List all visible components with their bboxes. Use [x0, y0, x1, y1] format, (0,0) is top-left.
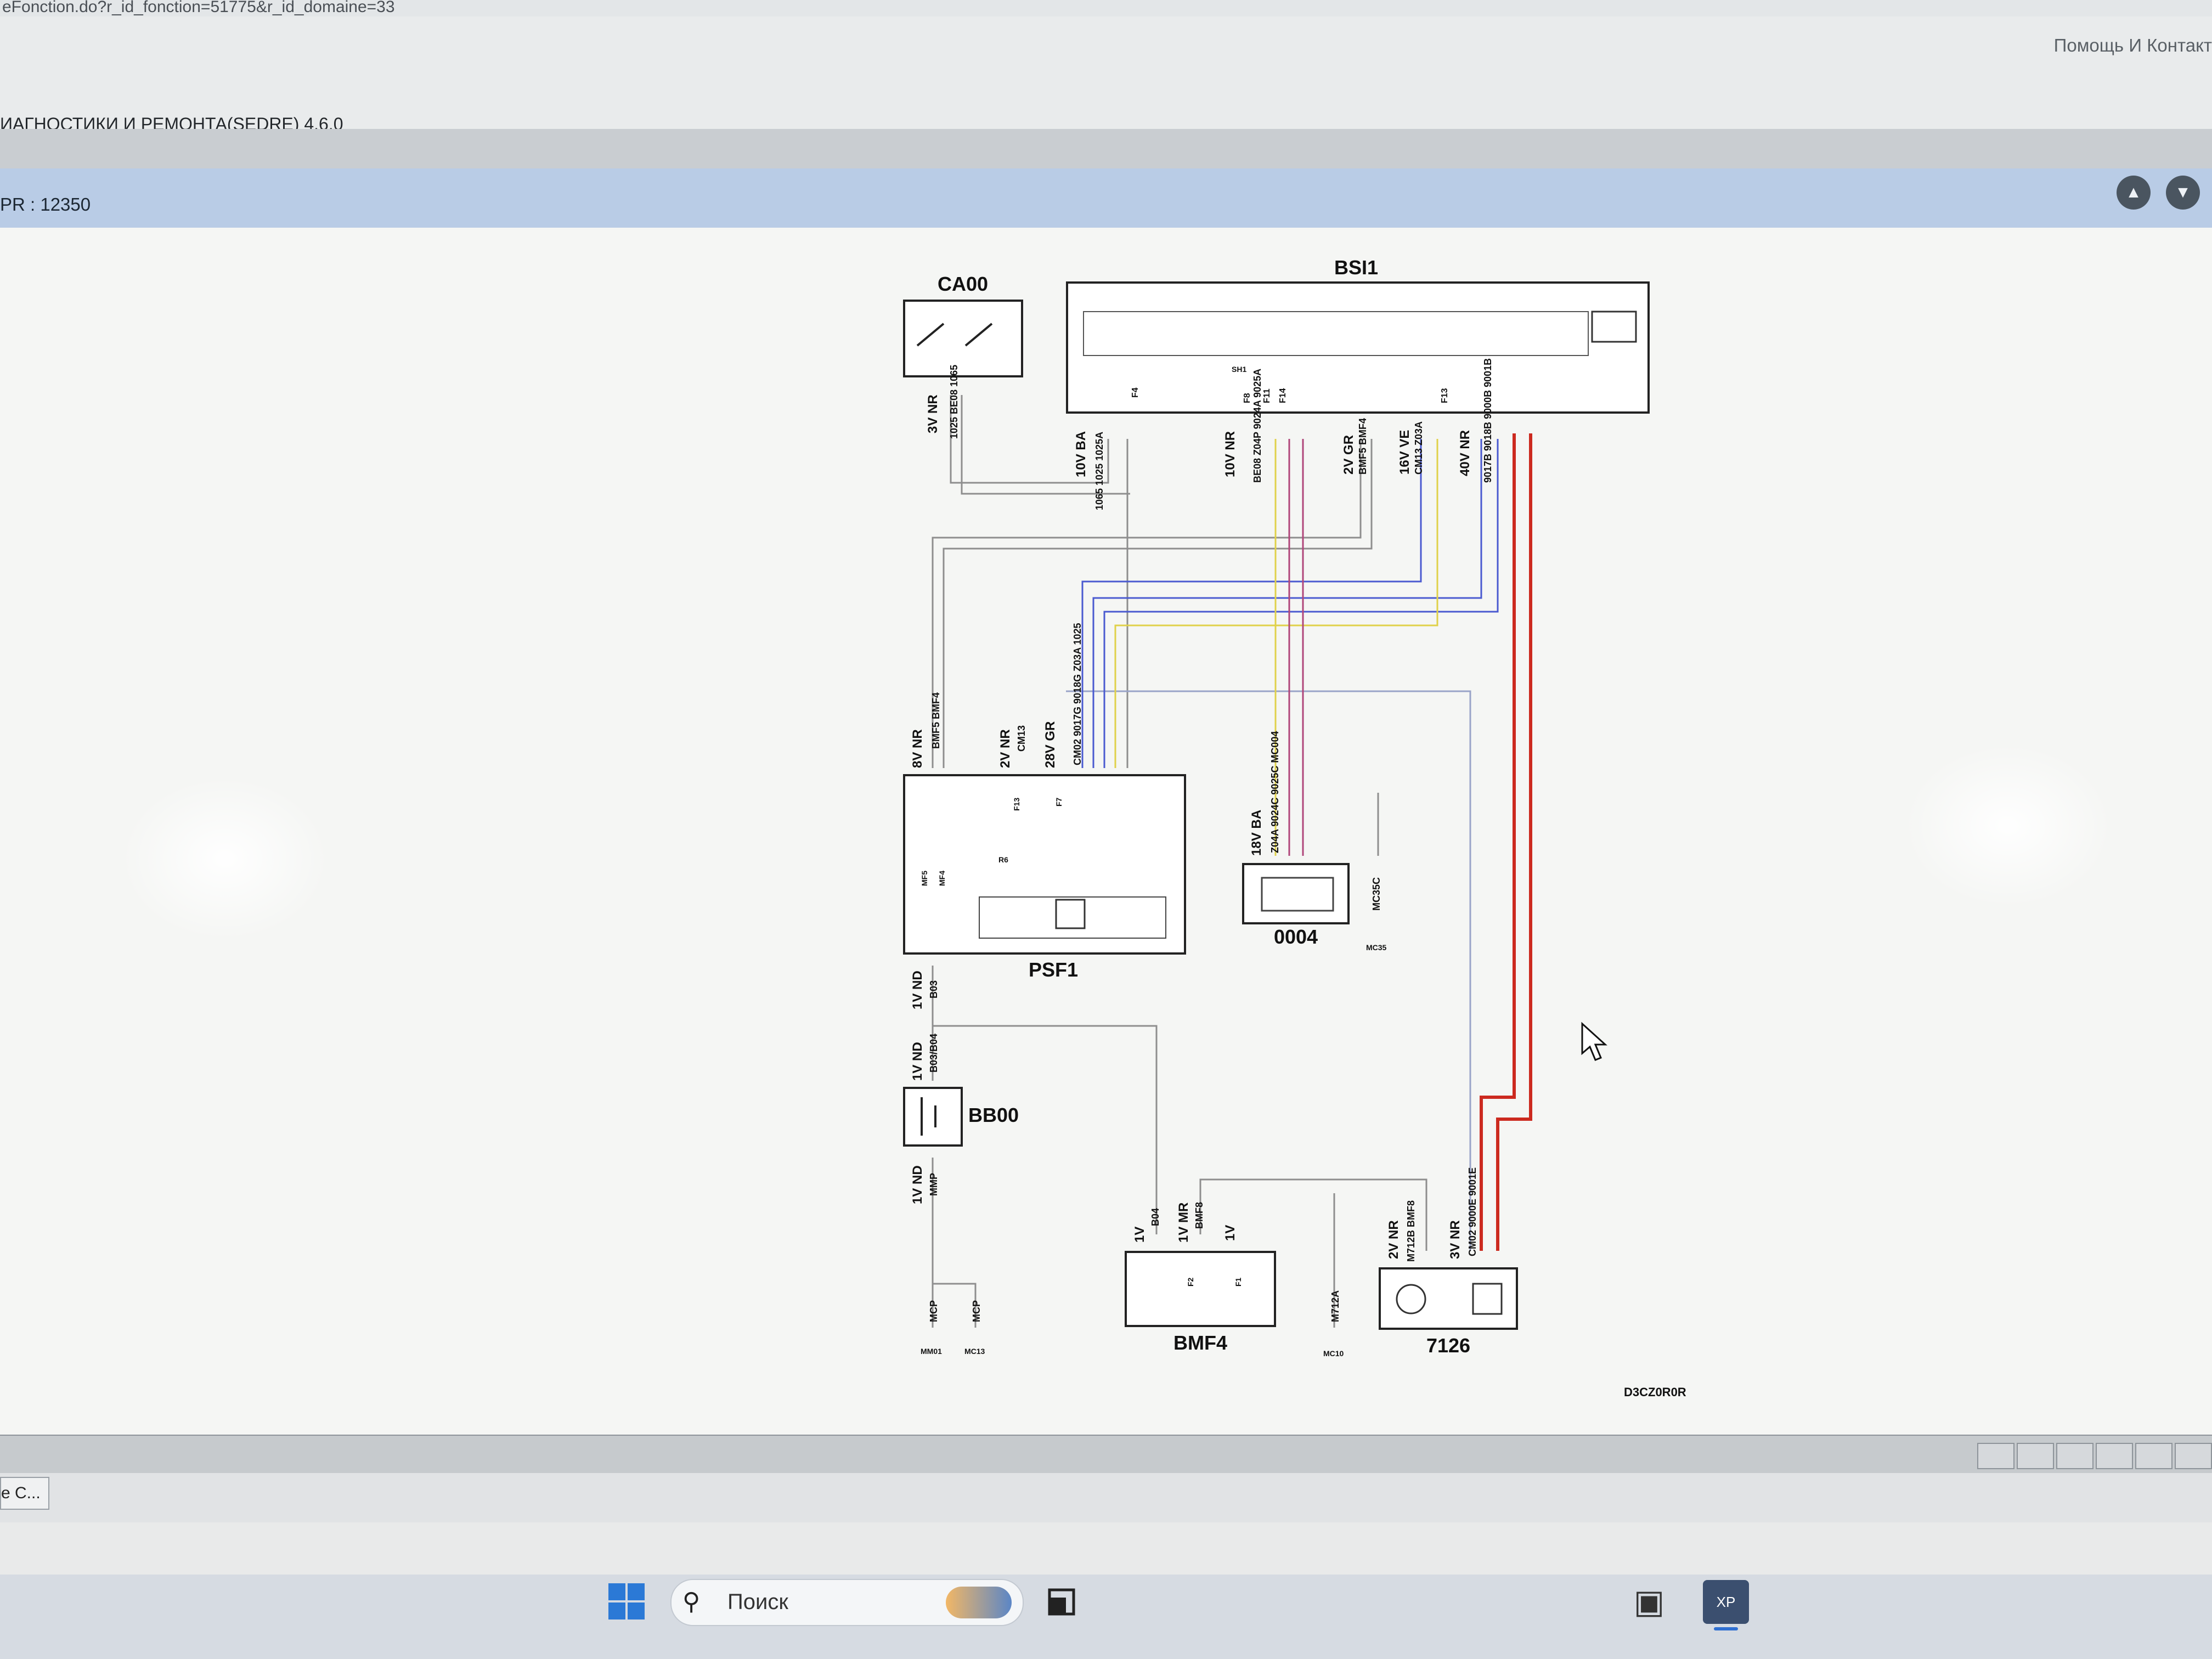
ca00-wires: 1025 BE08 1065 — [949, 365, 960, 439]
ca00-title: CA00 — [938, 273, 988, 295]
bmf4-wire-b04: B04 — [1150, 1208, 1161, 1226]
c7126-title: 7126 — [1426, 1334, 1470, 1357]
bsi-wires-2vgr: BMF5 BMF4 — [1357, 418, 1368, 475]
c0004-connector-18vba: 18V BA — [1249, 810, 1264, 856]
bsi1-fuse-f11: F11 — [1262, 388, 1272, 403]
toolbar-cell[interactable] — [1977, 1443, 2015, 1469]
bsi-connector-10vba: 10V BA — [1074, 431, 1088, 477]
c7126-connector-3vnr: 3V NR — [1448, 1220, 1463, 1259]
psf1-f7: F7 — [1054, 797, 1063, 806]
bsi-connector-2vgr: 2V GR — [1341, 435, 1356, 475]
bottom-toolbar — [0, 1435, 2212, 1474]
bsi-wires-10vnr: BE08 Z04P 9024A 9025A — [1252, 369, 1263, 483]
wire-blue — [1092, 439, 1482, 768]
toolbar-cell[interactable] — [2017, 1443, 2054, 1469]
bsi-connector-40vnr: 40V NR — [1458, 430, 1472, 476]
bsi-connector-10vnr: 10V NR — [1223, 431, 1238, 477]
ground-wire-mcp: MCP — [928, 1300, 939, 1322]
psf-wire-b03: B03 — [928, 980, 939, 998]
active-app-indicator — [1714, 1627, 1738, 1630]
toolbar-cell[interactable] — [2175, 1443, 2212, 1469]
bb00-top-wire: B03/B04 — [928, 1034, 939, 1073]
bmf4-wire-bmf8: BMF8 — [1194, 1202, 1205, 1229]
psf-connector-28vgr: 28V GR — [1043, 721, 1058, 768]
bsi-wires-10vba: 1065 1025 1025A — [1094, 432, 1105, 510]
psf1-title: PSF1 — [1029, 958, 1078, 981]
bsi-wires-40vnr: 9017B 9018B 9000B 9001B — [1482, 358, 1493, 483]
bmf4-connector-1v: 1V — [1132, 1227, 1147, 1243]
mouse-cursor-icon — [1581, 1022, 1607, 1061]
desktop-band — [0, 1522, 2212, 1575]
bsi1-fuse-f14: F14 — [1278, 388, 1288, 403]
status-task-button[interactable]: e C... — [0, 1477, 49, 1510]
ca00-box — [903, 300, 1023, 377]
bottom-toolbar-cells — [1975, 1443, 2212, 1469]
bsi1-fuse-f8: F8 — [1243, 393, 1252, 403]
toolbar-cell[interactable] — [2096, 1443, 2133, 1469]
bb00-bottom-wire: MMP — [928, 1173, 939, 1196]
diagram-reference-code: D3CZ0R0R — [1624, 1385, 1686, 1399]
psf1-box — [903, 774, 1186, 955]
c0004-wires: Z04A 9024C 9025C MC004 — [1269, 731, 1280, 853]
bmf4-fuse-f2: F2 — [1186, 1277, 1195, 1286]
c7126-wires-2vnr: M712B BMF8 — [1406, 1200, 1417, 1262]
app-cube-icon[interactable]: ▣ — [1629, 1582, 1669, 1622]
ground-point-mm01: MM01 — [921, 1347, 942, 1356]
psf-connector-2vnr: 2V NR — [998, 729, 1013, 768]
bsi1-title: BSI1 — [1334, 256, 1378, 279]
bmf4-connector-1v-b: 1V — [1223, 1225, 1238, 1241]
wiring-diagram: CA00 3V NR 1025 BE08 1065 BSI1 F4 F8 F11… — [903, 256, 1686, 1399]
c7126-box — [1379, 1267, 1518, 1330]
search-highlight-image — [946, 1587, 1012, 1618]
windows-start-icon[interactable] — [606, 1581, 647, 1622]
bsi1-fuse-f4: F4 — [1131, 387, 1140, 398]
psf-wires-2vnr: CM13 — [1016, 725, 1027, 752]
psf-wires-8vnr: BMF5 BMF4 — [930, 692, 941, 749]
c7126-connector-2vnr: 2V NR — [1386, 1220, 1401, 1259]
psf1-r6: R6 — [998, 855, 1008, 864]
c0004-title: 0004 — [1274, 926, 1318, 948]
xp-mode-icon[interactable]: XP — [1703, 1580, 1749, 1624]
psf1-mf4: MF4 — [938, 871, 946, 886]
c0004-ground-point: MC35 — [1366, 943, 1387, 952]
taskbar-search-box[interactable]: ⚲ Поиск — [670, 1579, 1024, 1626]
toolbar-cell[interactable] — [2135, 1443, 2172, 1469]
bsi-wires-16vve: CM13 Z03A — [1413, 421, 1424, 475]
bmf4-connector-1vmr: 1V MR — [1176, 1203, 1191, 1243]
bmf4-title: BMF4 — [1173, 1331, 1227, 1354]
wire-blue — [1081, 439, 1422, 768]
psf-wires-28vgr: CM02 9017G 9018G Z03A 1025 — [1072, 623, 1083, 766]
taskbar — [0, 1575, 2212, 1659]
psf-connector-8vnr: 8V NR — [910, 729, 925, 768]
bb00-connector-top: 1V ND — [910, 1042, 925, 1081]
bmf4-fuse-f1: F1 — [1234, 1277, 1243, 1286]
wire-blue — [1103, 439, 1499, 768]
status-bar — [0, 1473, 2212, 1522]
psf1-mf5: MF5 — [920, 871, 929, 886]
wire-grey — [932, 439, 1362, 768]
search-placeholder[interactable]: Поиск — [727, 1590, 788, 1615]
wire-grey — [933, 1025, 1158, 1234]
bb00-connector-bottom: 1V ND — [910, 1165, 925, 1204]
wire-grey — [943, 439, 1373, 768]
bsi-connector-16vve: 16V VE — [1397, 430, 1412, 475]
bmf4-box — [1125, 1251, 1276, 1327]
ca00-connector: 3V NR — [926, 394, 940, 433]
c7126-wires-3vnr: CM02 9000E 9001E — [1467, 1167, 1478, 1256]
ground-wire-mcp: MCP — [971, 1300, 982, 1322]
c0004-ground-wire: MC35C — [1371, 877, 1382, 911]
ground-wire-m712a: M712A — [1330, 1290, 1341, 1322]
bsi1-shunt-sh1: SH1 — [1232, 365, 1246, 374]
psf1-f13: F13 — [1012, 798, 1021, 811]
psf-connector-1vnd: 1V ND — [910, 970, 925, 1009]
bsi1-fuse-f13: F13 — [1440, 388, 1449, 403]
bsi1-box — [1066, 281, 1650, 414]
task-view-icon[interactable] — [1045, 1587, 1078, 1618]
ground-point-mc10: MC10 — [1323, 1349, 1344, 1358]
ground-point-mc13: MC13 — [964, 1347, 985, 1356]
search-icon: ⚲ — [682, 1588, 701, 1615]
bb00-title: BB00 — [968, 1104, 1019, 1126]
bb00-box — [903, 1087, 963, 1147]
toolbar-cell[interactable] — [2056, 1443, 2094, 1469]
